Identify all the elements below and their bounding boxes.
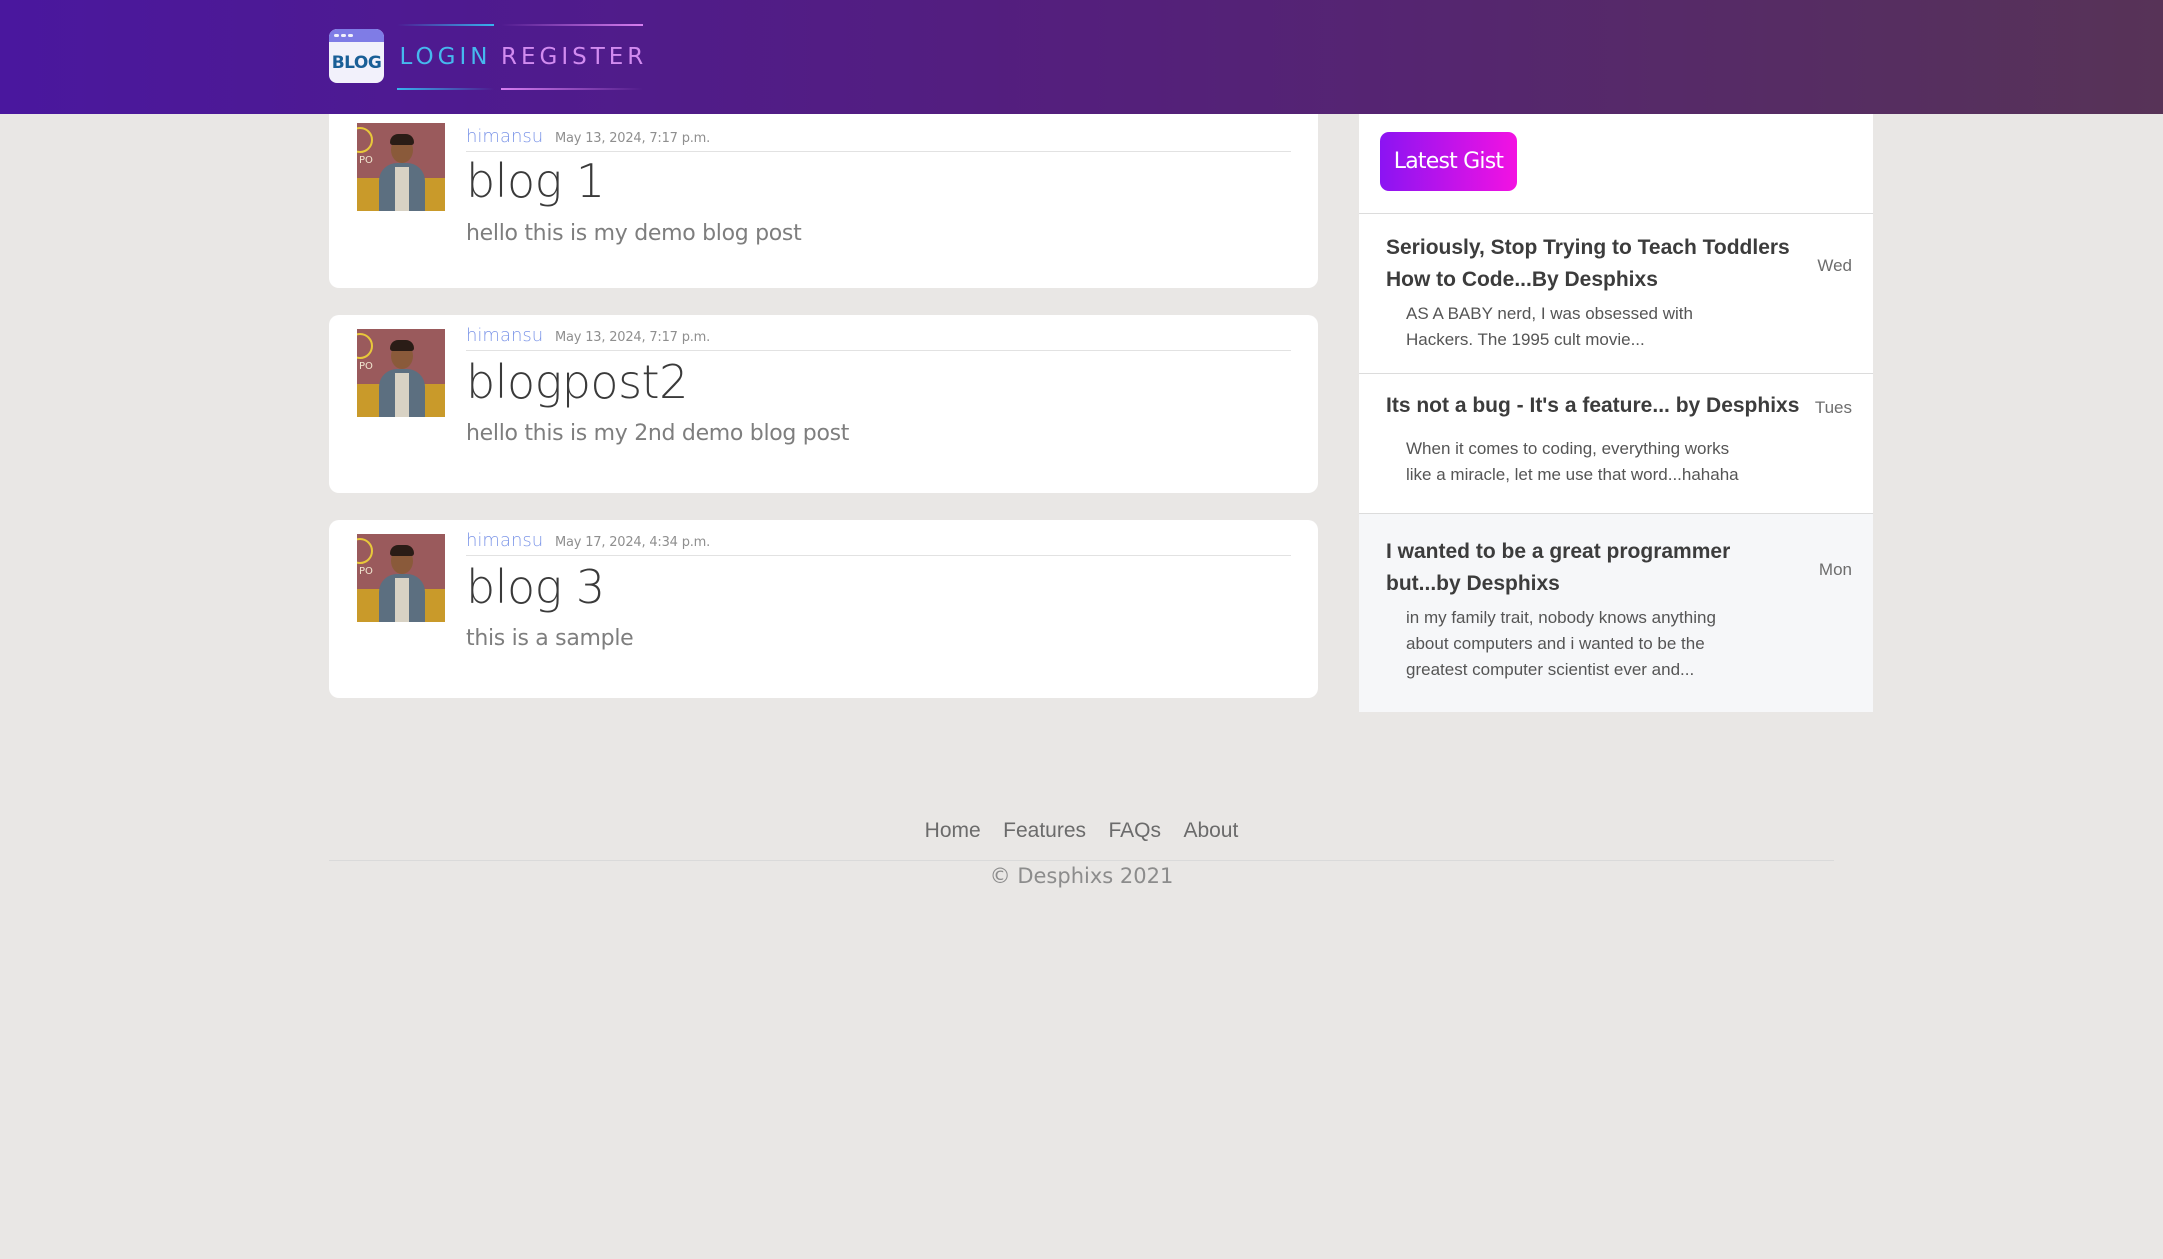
post-date: May 13, 2024, 7:17 p.m.: [555, 330, 711, 345]
author-avatar: PO: [357, 123, 445, 211]
gist-item[interactable]: Its not a bug - It's a feature... by Des…: [1359, 374, 1873, 514]
latest-gist-sidebar: Latest Gist Seriously, Stop Trying to Te…: [1359, 114, 1873, 712]
gist-header: Latest Gist: [1359, 114, 1873, 214]
post-excerpt: this is a sample: [466, 626, 634, 651]
blog-logo-icon[interactable]: BLOG: [329, 29, 384, 83]
register-link[interactable]: REGISTER: [501, 24, 643, 90]
login-link-label: LOGIN: [399, 44, 492, 70]
gist-item-day: Tues: [1814, 398, 1852, 417]
post-title[interactable]: blog 3: [466, 560, 605, 614]
footer-link-home[interactable]: Home: [925, 819, 981, 843]
gist-item-text: AS A BABY nerd, I was obsessed with Hack…: [1406, 304, 1693, 349]
footer-link-features[interactable]: Features: [1003, 819, 1086, 843]
post-excerpt: hello this is my demo blog post: [466, 221, 802, 246]
gist-item[interactable]: I wanted to be a great programmer but...…: [1359, 514, 1873, 712]
post-author-link[interactable]: himansu: [466, 325, 543, 346]
post-author-link[interactable]: himansu: [466, 126, 543, 147]
gist-item-text: When it comes to coding, everything work…: [1406, 439, 1739, 484]
gist-item-title: I wanted to be a great programmer but...…: [1386, 540, 1731, 595]
post-card: PO himansu May 13, 2024, 7:17 p.m. blogp…: [329, 315, 1318, 493]
gist-item-title: Its not a bug - It's a feature... by Des…: [1386, 394, 1800, 417]
post-author-link[interactable]: himansu: [466, 530, 543, 551]
footer-link-faqs[interactable]: FAQs: [1108, 819, 1161, 843]
logo-window-bar: [329, 29, 384, 42]
post-meta: himansu May 17, 2024, 4:34 p.m.: [466, 530, 1291, 556]
post-card: PO himansu May 17, 2024, 4:34 p.m. blog …: [329, 520, 1318, 698]
login-link[interactable]: LOGIN: [397, 24, 494, 90]
post-title[interactable]: blogpost2: [466, 355, 688, 409]
author-avatar: PO: [357, 329, 445, 417]
gist-item-day: Wed: [1817, 256, 1852, 275]
post-meta: himansu May 13, 2024, 7:17 p.m.: [466, 126, 1291, 152]
footer-link-about[interactable]: About: [1183, 819, 1238, 843]
latest-gist-button[interactable]: Latest Gist: [1380, 132, 1517, 191]
gist-item[interactable]: Seriously, Stop Trying to Teach Toddlers…: [1359, 214, 1873, 374]
register-link-label: REGISTER: [501, 44, 648, 70]
gist-item-title: Seriously, Stop Trying to Teach Toddlers…: [1386, 236, 1790, 291]
post-meta: himansu May 13, 2024, 7:17 p.m.: [466, 325, 1291, 351]
post-card: PO himansu May 13, 2024, 7:17 p.m. blog …: [329, 114, 1318, 288]
gist-item-day: Mon: [1818, 560, 1852, 579]
post-title[interactable]: blog 1: [466, 154, 605, 208]
logo-text: BLOG: [331, 53, 382, 73]
gist-item-text: in my family trait, nobody knows anythin…: [1406, 608, 1716, 679]
footer-divider: [329, 860, 1834, 861]
post-excerpt: hello this is my 2nd demo blog post: [466, 421, 850, 446]
copyright-text: © Desphixs 2021: [989, 864, 1174, 888]
post-date: May 17, 2024, 4:34 p.m.: [555, 535, 711, 550]
navbar: BLOG LOGIN REGISTER: [0, 0, 2163, 114]
post-date: May 13, 2024, 7:17 p.m.: [555, 131, 711, 146]
footer-nav: Home Features FAQs About: [0, 819, 2163, 843]
author-avatar: PO: [357, 534, 445, 622]
